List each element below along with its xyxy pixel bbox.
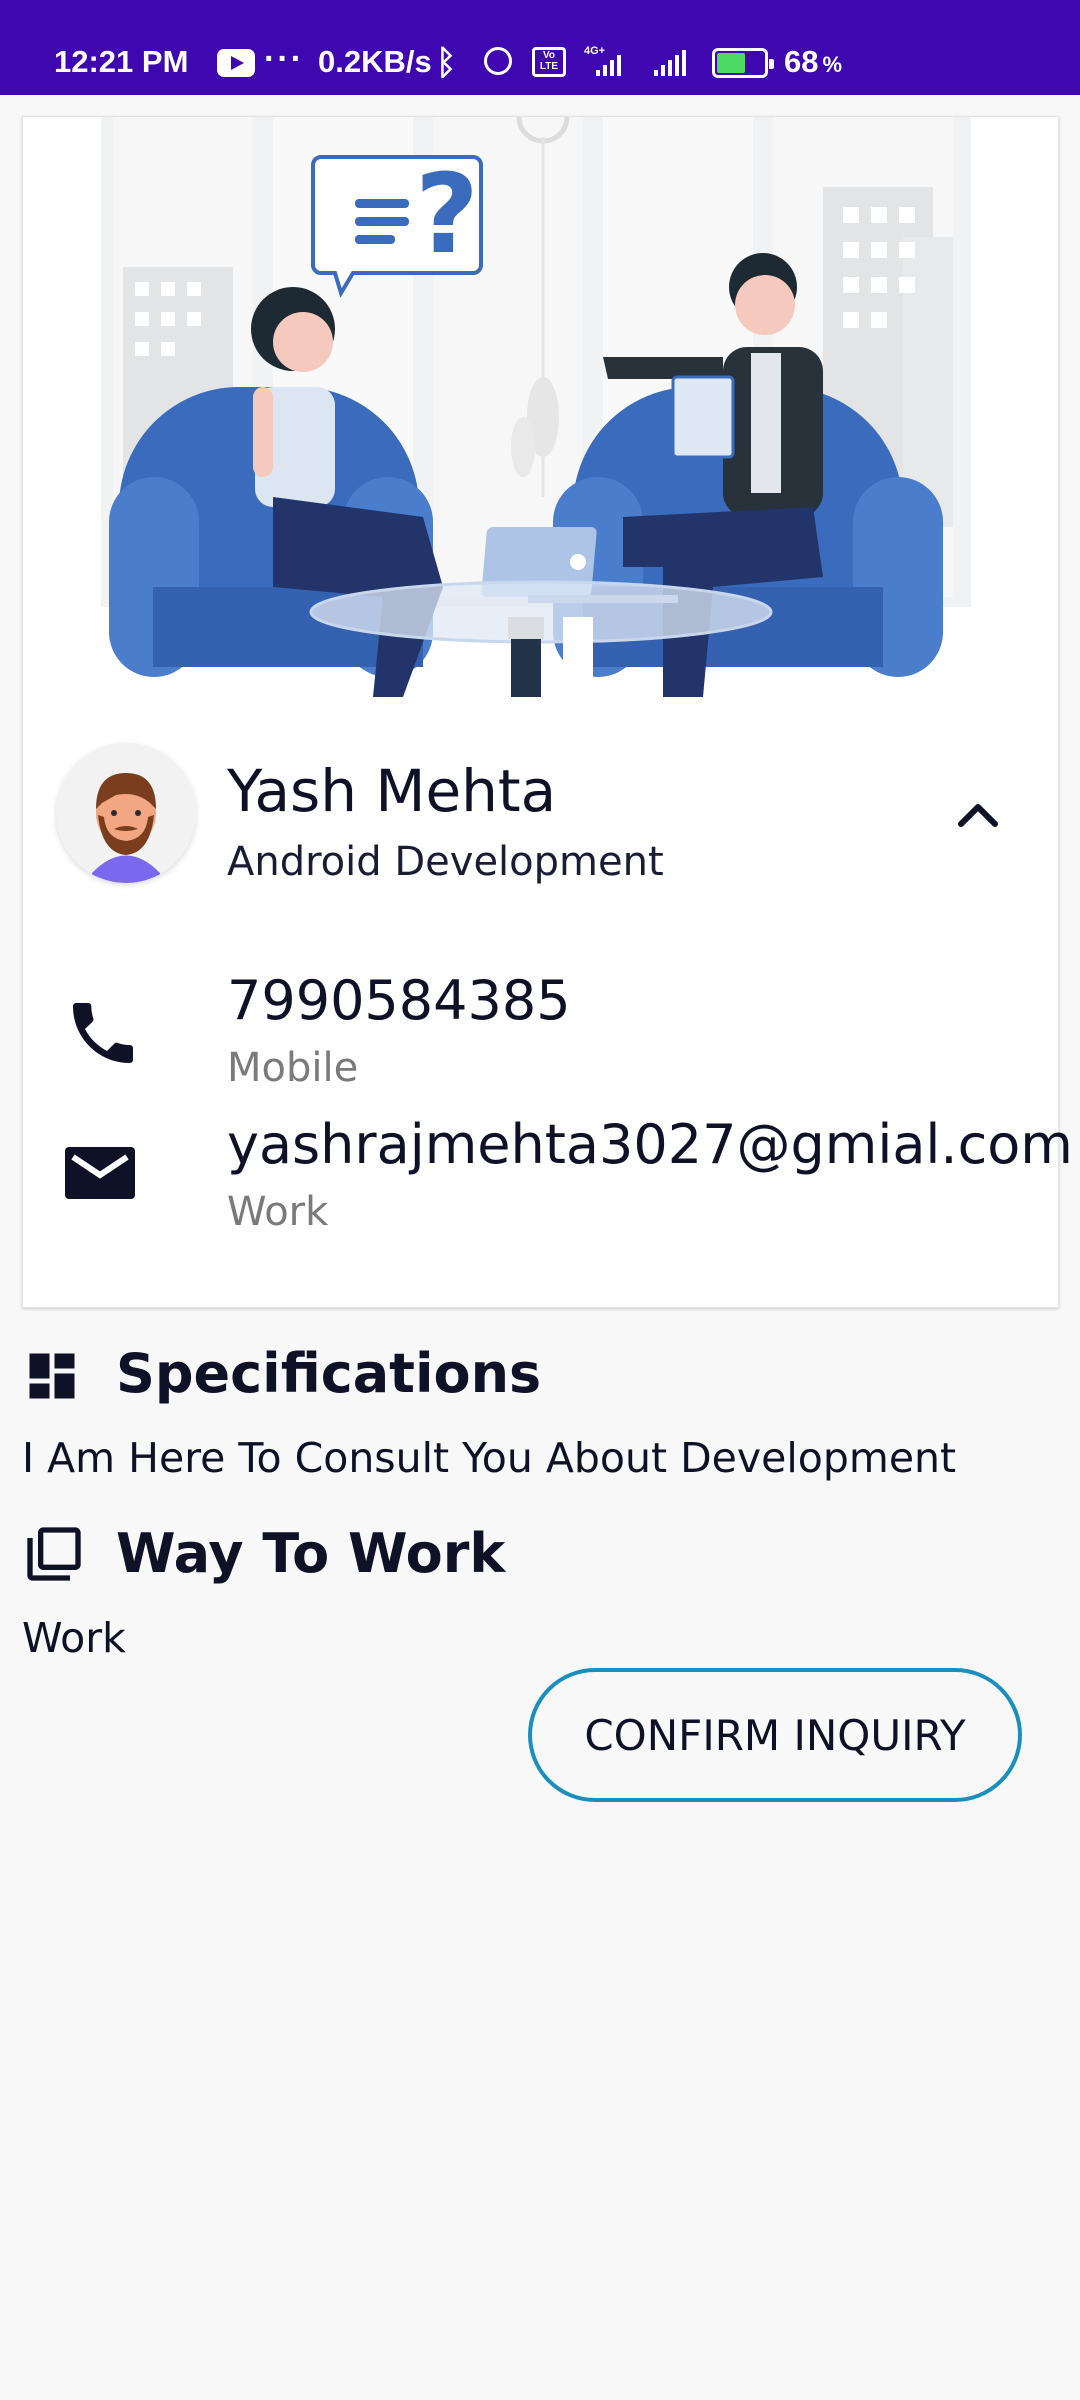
network-type-label: 4G+ xyxy=(584,45,605,57)
mail-icon[interactable] xyxy=(63,1141,137,1205)
avatar[interactable] xyxy=(56,743,196,883)
dashboard-icon xyxy=(29,1353,75,1399)
specifications-text: I Am Here To Consult You About Developme… xyxy=(22,1434,957,1482)
phone-type-label: Mobile xyxy=(227,1045,359,1091)
youtube-icon xyxy=(217,49,255,77)
profile-name: Yash Mehta xyxy=(227,757,557,825)
consultation-illustration: ? xyxy=(23,117,1058,703)
phone-number[interactable]: 7990584385 xyxy=(227,969,571,1032)
alarm-icon xyxy=(484,47,512,75)
way-to-work-text: Work xyxy=(22,1614,126,1662)
battery-level: 68% xyxy=(784,44,842,80)
library-icon xyxy=(27,1527,81,1581)
email-address[interactable]: yashrajmehta3027@gmial.com xyxy=(227,1113,1073,1176)
consultant-card: ? Yash Mehta Android Development 7990584… xyxy=(22,116,1073,1308)
bluetooth-icon: ᛒ xyxy=(436,44,457,82)
man-avatar-icon xyxy=(56,743,196,883)
volte-icon: Vo LTE xyxy=(532,47,566,77)
battery-unit: % xyxy=(822,52,843,77)
question-bubble-icon: ? xyxy=(311,150,483,298)
more-dots-icon: ··· xyxy=(264,40,304,78)
hero-illustration: ? xyxy=(23,117,1058,703)
profile-role: Android Development xyxy=(227,839,664,885)
battery-charging-icon xyxy=(712,48,774,78)
status-time: 12:21 PM xyxy=(54,44,189,79)
svg-text:?: ? xyxy=(415,150,479,278)
signal-icon xyxy=(654,50,686,76)
status-bar: 12:21 PM ··· 0.2KB/s ᛒ Vo LTE 4G+ 68% xyxy=(0,0,1080,95)
network-speed: 0.2KB/s xyxy=(318,44,432,79)
email-type-label: Work xyxy=(227,1189,329,1235)
specifications-title: Specifications xyxy=(116,1342,542,1405)
way-to-work-title: Way To Work xyxy=(116,1522,506,1585)
confirm-inquiry-button[interactable]: CONFIRM INQUIRY xyxy=(528,1668,1022,1802)
chevron-up-icon[interactable] xyxy=(953,794,1003,834)
signal-icon: 4G+ xyxy=(584,45,621,76)
phone-icon[interactable] xyxy=(63,993,143,1073)
battery-percent: 68 xyxy=(784,44,819,79)
